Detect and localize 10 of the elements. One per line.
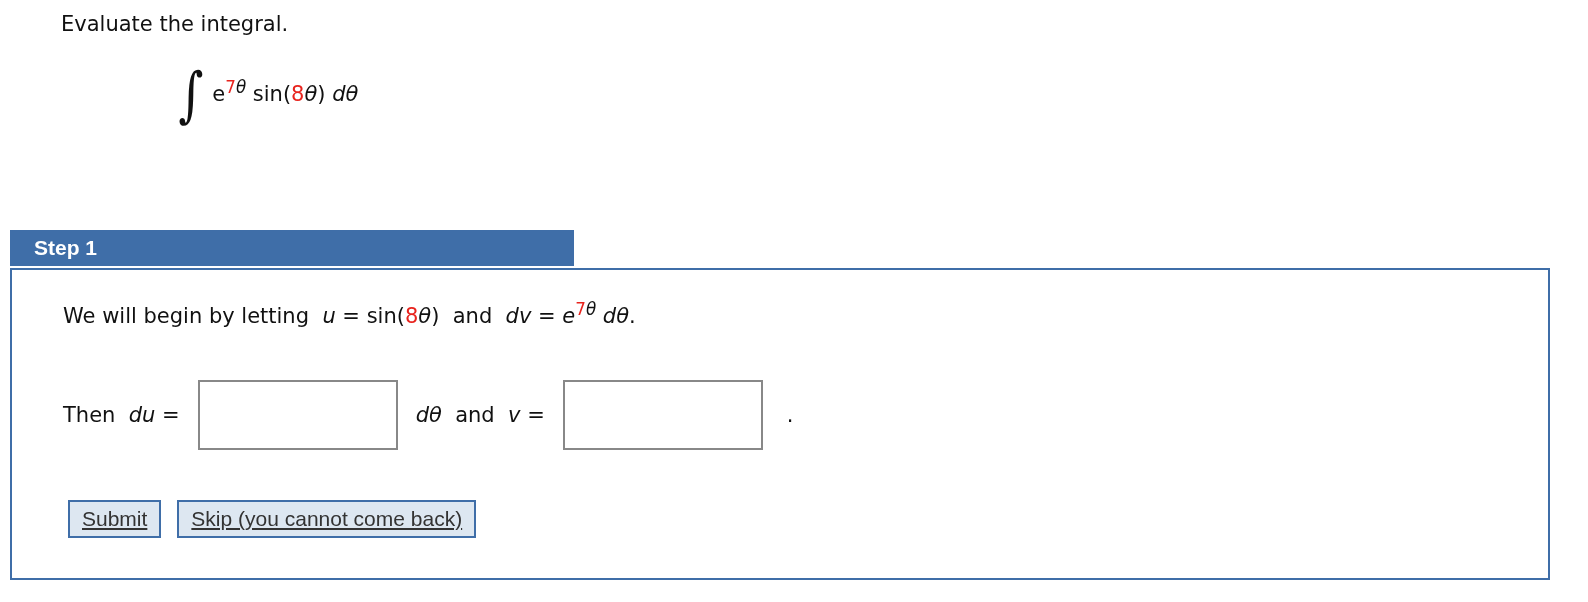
- question-text: Evaluate the integral.: [61, 12, 290, 36]
- v-label: dθ and v =: [415, 403, 545, 427]
- submit-button[interactable]: Submit: [68, 500, 162, 538]
- answer-field[interactable]: [197, 380, 398, 450]
- integral-sign: ∫: [178, 59, 204, 129]
- answer-field[interactable]: [562, 380, 763, 450]
- step-header: Step 1: [10, 230, 574, 266]
- skip-button[interactable]: Skip (you cannot come back): [177, 500, 477, 538]
- du-label: Then du =: [63, 403, 180, 427]
- period-text: .: [786, 403, 794, 427]
